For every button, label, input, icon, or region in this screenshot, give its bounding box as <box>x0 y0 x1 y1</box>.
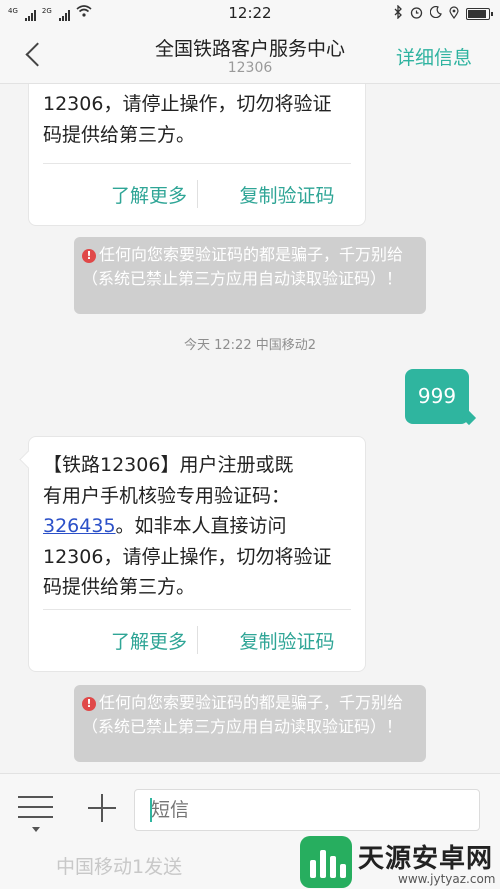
action-separator <box>197 626 198 654</box>
sms-input[interactable] <box>134 789 480 831</box>
details-button[interactable]: 详细信息 <box>396 43 472 70</box>
message-text: 12306，请停止操作，切勿将验证 码提供给第三方。 <box>43 89 351 150</box>
message-line: 【铁路12306】用户注册或既 <box>43 454 294 476</box>
warning-text: 任何向您索要验证码的都是骗子，千万别给（系统已禁止第三方应用自动读取验证码）！ <box>82 245 404 288</box>
verification-code-link[interactable]: 326435 <box>43 515 116 537</box>
learn-more-button[interactable]: 了解更多 <box>79 181 219 208</box>
alert-icon: ! <box>82 697 96 711</box>
status-bar: 4G 2G 12:22 <box>0 0 500 26</box>
text-caret <box>150 798 152 822</box>
message-line: 12306，请停止操作，切勿将验证 <box>43 93 332 115</box>
conversation-header: 全国铁路客户服务中心 12306 详细信息 <box>0 26 500 84</box>
alarm-icon <box>410 6 423 22</box>
status-icons <box>394 4 493 22</box>
message-line: 码提供给第三方。 <box>43 123 196 146</box>
moon-icon <box>429 5 442 21</box>
message-line: 码提供给第三方。 <box>43 576 196 598</box>
bubble-divider <box>43 163 351 164</box>
alert-icon: ! <box>82 249 96 263</box>
fraud-warning: ! 任何向您索要验证码的都是骗子，千万别给（系统已禁止第三方应用自动读取验证码）！ <box>74 685 426 762</box>
chevron-down-icon <box>32 827 40 832</box>
quick-menu-button[interactable] <box>18 794 54 834</box>
message-line: 326435。如非本人直接访问 <box>43 511 351 542</box>
location-icon <box>449 5 459 22</box>
warning-text: 任何向您索要验证码的都是骗子，千万别给（系统已禁止第三方应用自动读取验证码）！ <box>82 693 404 736</box>
bluetooth-icon <box>394 4 403 22</box>
fraud-warning: ! 任何向您索要验证码的都是骗子，千万别给（系统已禁止第三方应用自动读取验证码）！ <box>74 237 426 314</box>
attach-button[interactable] <box>88 794 116 822</box>
watermark-url: www.jytyaz.com <box>398 872 496 886</box>
action-separator <box>197 180 198 208</box>
watermark: 天源安卓网 www.jytyaz.com <box>300 836 500 889</box>
message-text: 【铁路12306】用户注册或既 有用户手机核验专用验证码： 326435。如非本… <box>43 450 351 603</box>
message-timestamp: 今天 12:22 中国移动2 <box>184 338 316 353</box>
sent-message-bubble[interactable]: 999 <box>405 369 469 424</box>
copy-code-button[interactable]: 复制验证码 <box>217 627 357 654</box>
bubble-divider <box>43 609 351 610</box>
battery-icon <box>466 7 493 20</box>
received-message-bubble[interactable]: 【铁路12306】用户注册或既 有用户手机核验专用验证码： 326435。如非本… <box>28 436 366 672</box>
message-line-rest: 。如非本人直接访问 <box>115 515 287 537</box>
watermark-logo-icon <box>300 836 352 888</box>
learn-more-button[interactable]: 了解更多 <box>79 627 219 654</box>
copy-code-button[interactable]: 复制验证码 <box>217 181 357 208</box>
watermark-title: 天源安卓网 <box>358 844 494 874</box>
sim-send-label[interactable]: 中国移动1发送 <box>56 852 182 879</box>
message-line: 有用户手机核验专用验证码： <box>43 484 291 507</box>
message-line: 12306，请停止操作，切勿将验证 <box>43 545 332 568</box>
